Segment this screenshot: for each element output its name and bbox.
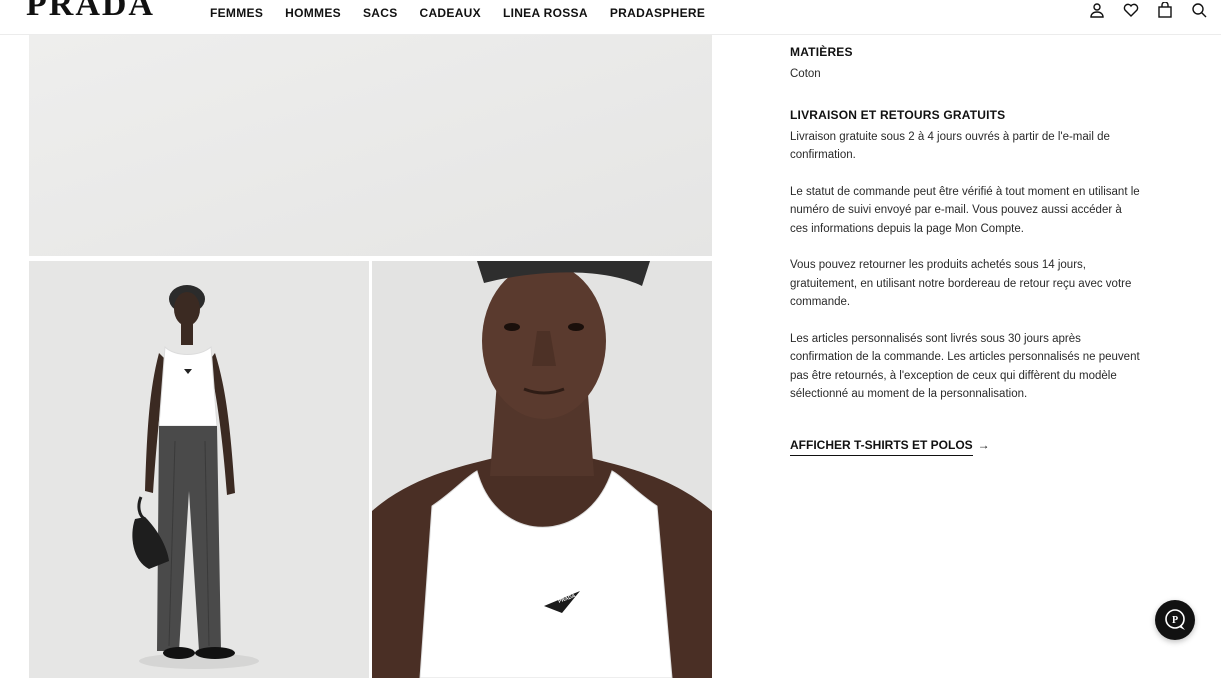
materials-heading: MATIÈRES <box>790 45 853 59</box>
chat-button[interactable]: P <box>1155 600 1195 640</box>
view-tshirts-polos-label: AFFICHER T-SHIRTS ET POLOS <box>790 437 973 456</box>
product-image-closeup[interactable]: PRADA <box>372 261 712 678</box>
shipping-heading: LIVRAISON ET RETOURS GRATUITS <box>790 107 1006 122</box>
chat-icon: P <box>1165 609 1185 630</box>
shipping-paragraph: Le statut de commande peut être vérifié … <box>790 185 1140 235</box>
product-details: MATIÈRES Coton LIVRAISON ET RETOURS GRAT… <box>790 45 1140 456</box>
svg-text:P: P <box>1172 615 1178 626</box>
shipping-paragraph: Vous pouvez retourner les produits achet… <box>790 259 1132 308</box>
tank-logo-plate: PRADA <box>558 593 577 605</box>
header-icons <box>1089 1 1207 18</box>
arrow-right-icon: → <box>977 437 990 452</box>
nav-item-linea-rossa[interactable]: LINEA ROSSA <box>503 6 588 20</box>
shipping-paragraph: Livraison gratuite sous 2 à 4 jours ouvr… <box>790 130 1110 162</box>
prada-logo[interactable]: PRADA <box>26 0 155 24</box>
bag-icon[interactable] <box>1157 1 1173 18</box>
nav-item-femmes[interactable]: FEMMES <box>210 6 263 20</box>
nav-item-sacs[interactable]: SACS <box>363 6 398 20</box>
tank-logo-text: PRADA <box>558 593 577 605</box>
model-full-body-art <box>29 261 369 678</box>
heart-icon[interactable] <box>1123 2 1139 18</box>
nav-item-pradasphere[interactable]: PRADASPHERE <box>610 6 705 20</box>
product-image-top-art <box>29 35 712 256</box>
product-image-top[interactable] <box>29 35 712 256</box>
view-tshirts-polos-link[interactable]: AFFICHER T-SHIRTS ET POLOS → <box>790 437 990 456</box>
nav-item-cadeaux[interactable]: CADEAUX <box>420 6 481 20</box>
product-image-full-body[interactable] <box>29 261 369 678</box>
site-header: PRADA FEMMES HOMMES SACS CADEAUX LINEA R… <box>0 0 1221 35</box>
search-icon[interactable] <box>1191 2 1207 18</box>
shipping-paragraph: Les articles personnalisés sont livrés s… <box>790 332 1140 401</box>
materials-value: Coton <box>790 68 821 80</box>
nav-item-hommes[interactable]: HOMMES <box>285 6 341 20</box>
main-nav: FEMMES HOMMES SACS CADEAUX LINEA ROSSA P… <box>210 6 705 20</box>
user-icon[interactable] <box>1089 2 1105 18</box>
